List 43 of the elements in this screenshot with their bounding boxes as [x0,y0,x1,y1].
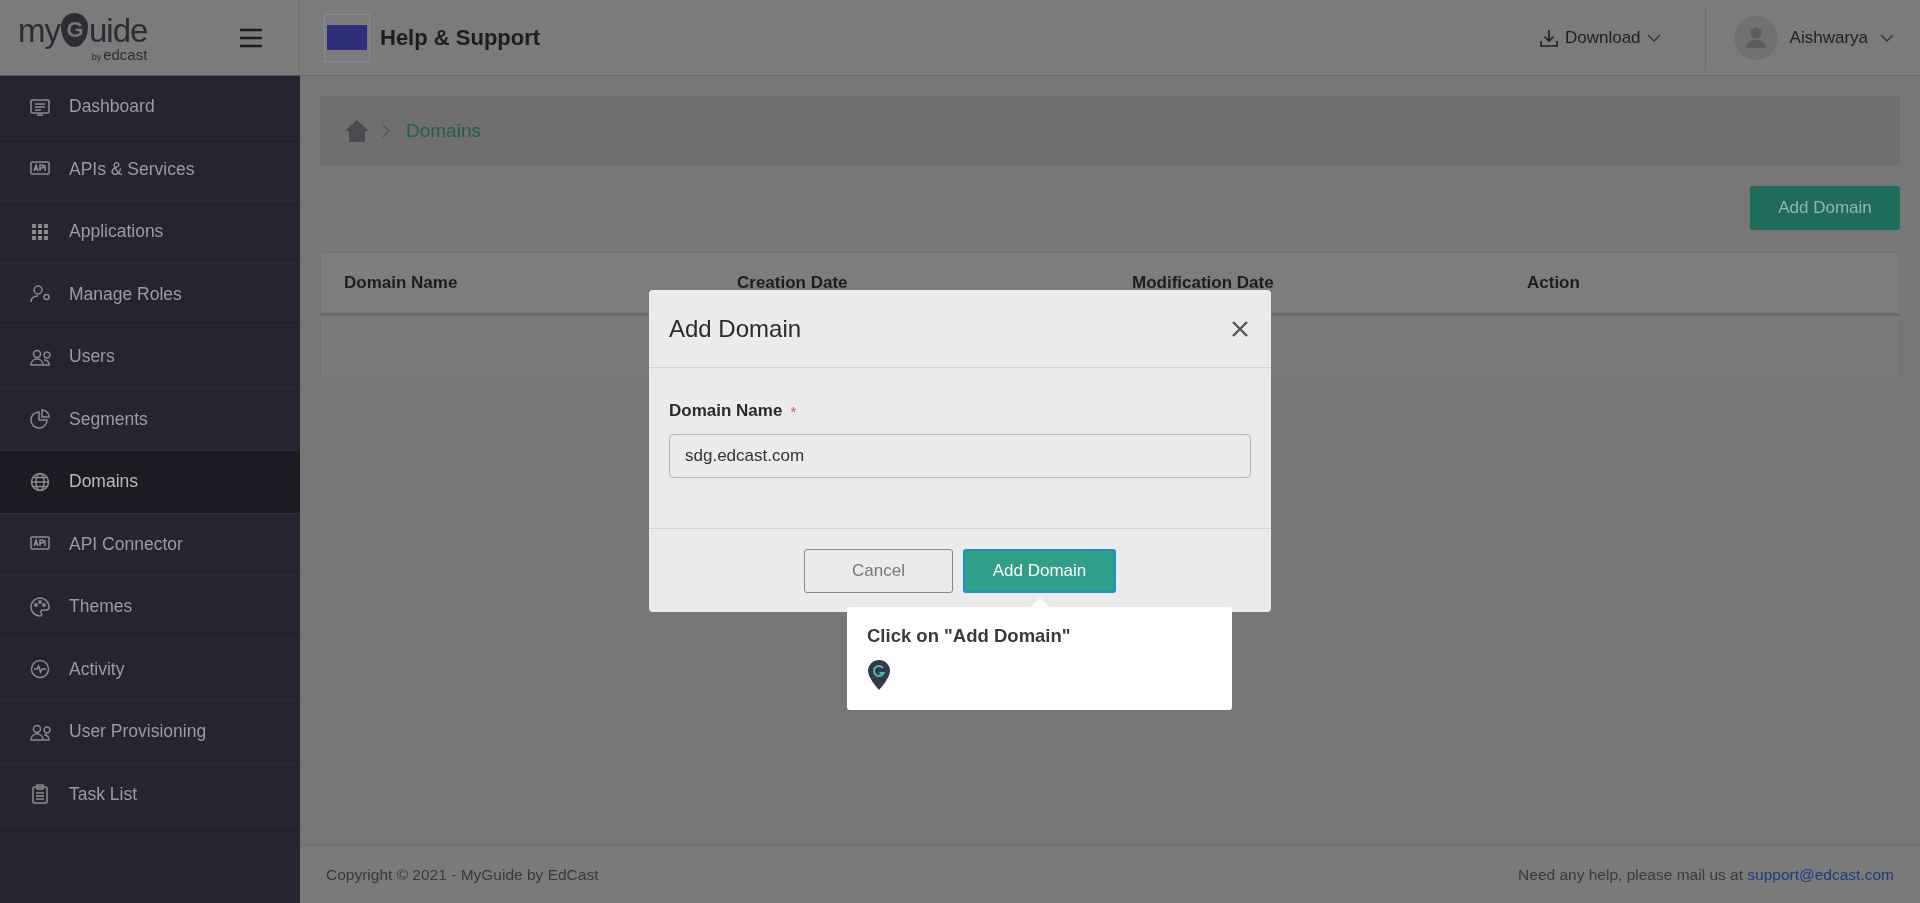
chevron-right-icon [382,123,390,138]
pie-chart-icon [29,408,51,431]
tooltip-text: Click on "Add Domain" [867,625,1071,647]
clipboard-icon [29,783,51,806]
sidebar-item[interactable]: Task List [0,763,300,826]
download-menu[interactable]: Download [1532,26,1667,49]
domain-name-input[interactable]: sdg.edcast.com [669,434,1251,478]
palette-icon [29,595,51,618]
column-header: Modification Date [1132,273,1275,293]
copyright-text: Copyright © 2021 - MyGuide by EdCast [326,865,599,884]
column-header: Creation Date [737,273,849,293]
close-icon[interactable] [1231,319,1249,338]
sidebar-item[interactable]: API Connector [0,513,300,576]
download-icon [1538,27,1559,48]
help-text: Need any help, please mail us at [1518,865,1743,883]
dialog-title: Add Domain [669,314,802,343]
logo: my G uide by edcast [18,13,148,62]
sidebar-item[interactable]: Activity [0,638,300,701]
app-thumbnail [324,13,370,62]
column-header: Domain Name [344,273,459,293]
pulse-icon [29,658,51,681]
avatar-icon [1733,15,1778,60]
sidebar-item[interactable]: Users [0,326,300,389]
add-domain-button[interactable]: Add Domain [963,548,1116,593]
chevron-icon [1646,33,1661,42]
page-title: Help & Support [380,24,541,51]
sidebar-item[interactable]: APIs & Services [0,138,300,201]
field-label: Domain Name [669,401,783,421]
location-pin-icon [867,659,891,691]
sidebar-item[interactable]: Manage Roles [0,263,300,326]
globe-icon [29,470,51,493]
sidebar-item[interactable]: Domains [0,451,300,514]
cancel-button[interactable]: Cancel [804,548,953,593]
menu-icon[interactable] [239,27,263,48]
sidebar-item[interactable]: Themes [0,576,300,639]
user-menu[interactable]: Aishwarya [1727,14,1900,61]
column-header: Action [1527,273,1581,293]
required-mark: * [790,402,797,420]
add-domain-button[interactable]: Add Domain [1750,186,1900,230]
sidebar-item[interactable]: User Provisioning [0,701,300,764]
sidebar-item[interactable]: Dashboard [0,76,300,139]
sidebar-item[interactable]: Applications [0,201,300,264]
chevron-icon [1880,33,1894,42]
